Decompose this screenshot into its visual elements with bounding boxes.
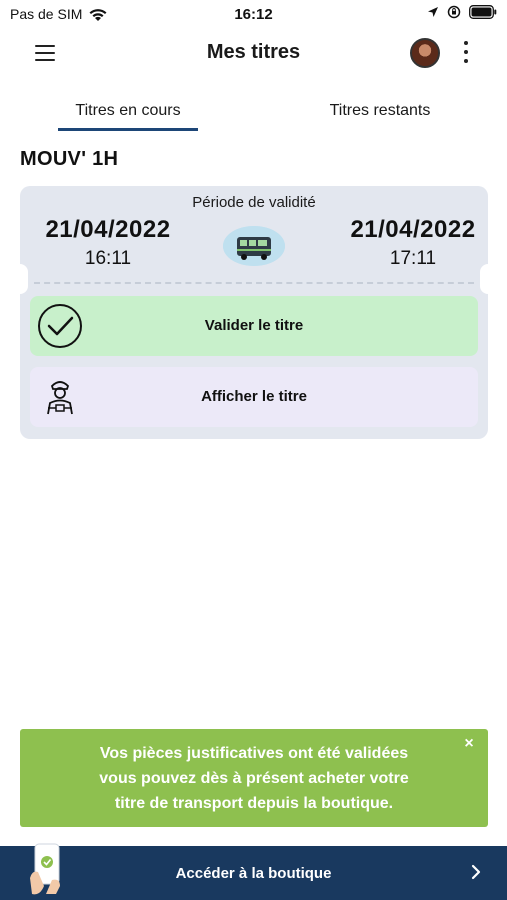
status-bar: Pas de SIM 16:12 bbox=[0, 0, 507, 28]
notification-message: Vos pièces justificatives ont été validé… bbox=[40, 741, 468, 816]
end-date: 21/04/2022 bbox=[350, 216, 476, 243]
start-date: 21/04/2022 bbox=[45, 216, 171, 243]
show-ticket-button[interactable]: Afficher le titre bbox=[30, 367, 478, 427]
ticket-name: MOUV' 1H bbox=[20, 148, 119, 170]
success-notification: Vos pièces justificatives ont été validé… bbox=[20, 729, 488, 827]
shop-access-label: Accéder à la boutique bbox=[175, 865, 332, 882]
validity-period-label: Période de validité bbox=[192, 194, 316, 211]
more-vertical-icon[interactable] bbox=[462, 41, 470, 67]
validity-start: 21/04/2022 16:11 bbox=[28, 216, 188, 270]
show-ticket-label: Afficher le titre bbox=[201, 388, 307, 405]
ticket-perforation bbox=[34, 282, 474, 284]
user-avatar[interactable] bbox=[410, 38, 440, 68]
bus-icon bbox=[223, 226, 285, 266]
close-icon[interactable]: × bbox=[460, 735, 478, 753]
tab-bar: Titres en cours Titres restants bbox=[0, 98, 507, 134]
battery-icon bbox=[469, 5, 497, 19]
rotation-lock-icon bbox=[447, 5, 461, 19]
ticket-card: Période de validité 21/04/2022 16:11 21/… bbox=[20, 186, 488, 439]
validate-ticket-label: Valider le titre bbox=[204, 317, 304, 334]
chevron-right-icon bbox=[471, 864, 481, 880]
ticket-notch-right bbox=[480, 264, 488, 294]
status-right bbox=[427, 5, 497, 19]
tab-titres-en-cours[interactable]: Titres en cours bbox=[58, 102, 198, 120]
notification-line-3: titre de transport depuis la boutique. bbox=[114, 795, 394, 812]
notification-line-1: Vos pièces justificatives ont été validé… bbox=[99, 745, 409, 762]
shop-access-button[interactable]: Accéder à la boutique bbox=[0, 843, 507, 900]
ticket-notch-left bbox=[20, 264, 28, 294]
start-time: 16:11 bbox=[84, 248, 132, 269]
app-header: Mes titres bbox=[0, 30, 507, 76]
validity-end: 21/04/2022 17:11 bbox=[333, 216, 488, 270]
end-time: 17:11 bbox=[389, 248, 437, 269]
notification-line-2: vous pouvez dès à présent acheter votre bbox=[99, 770, 409, 787]
location-arrow-icon bbox=[428, 7, 438, 17]
validate-ticket-button[interactable]: Valider le titre bbox=[30, 296, 478, 356]
active-tab-indicator bbox=[58, 128, 198, 131]
tab-titres-restants[interactable]: Titres restants bbox=[310, 102, 450, 120]
